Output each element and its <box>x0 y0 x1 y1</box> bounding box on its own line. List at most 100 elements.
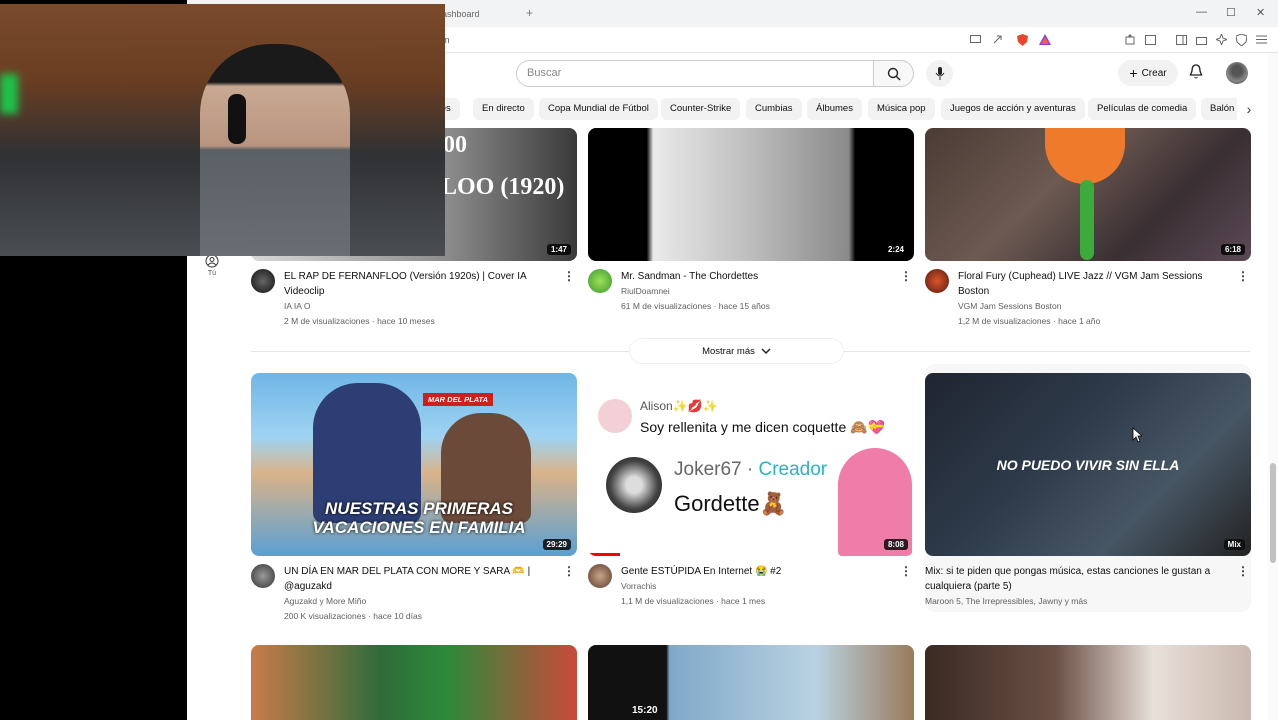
video-card[interactable]: 6:18 Floral Fury (Cuphead) LIVE Jazz // … <box>925 128 1251 326</box>
webcam-overlay <box>0 4 445 256</box>
tab-title[interactable]: ashboard <box>442 9 480 19</box>
video-thumbnail[interactable] <box>925 645 1251 720</box>
video-stats: 61 M de visualizaciones · hace 15 años <box>621 301 770 311</box>
sidebar-toggle-icon[interactable] <box>1175 33 1188 46</box>
chevron-down-icon <box>761 347 771 354</box>
video-title[interactable]: Mr. Sandman - The Chordettes <box>621 269 894 284</box>
video-stats: 200 K visualizaciones · hace 10 días <box>284 611 422 621</box>
notifications-bell-icon[interactable] <box>1189 64 1203 85</box>
video-thumbnail[interactable]: MAR DEL PLATA NUESTRAS PRIMERAS VACACION… <box>251 373 577 556</box>
menu-icon[interactable] <box>1255 33 1268 46</box>
sidebar-item-you[interactable]: Tú <box>203 254 221 277</box>
vpn-icon[interactable] <box>1235 33 1248 46</box>
chevron-right-icon[interactable]: › <box>1237 98 1261 120</box>
channel-name[interactable]: VGM Jam Sessions Boston <box>958 301 1231 311</box>
cast-icon[interactable] <box>969 33 982 46</box>
video-card[interactable] <box>251 645 577 720</box>
channel-avatar[interactable] <box>588 564 612 588</box>
thumbnail-overlay-text: 00 <box>443 132 467 158</box>
show-more-button[interactable]: Mostrar más <box>630 339 843 363</box>
more-options-icon[interactable]: ⋮ <box>1237 564 1249 578</box>
channel-avatar[interactable] <box>588 269 612 293</box>
video-card[interactable] <box>925 645 1251 720</box>
voice-search-button[interactable] <box>926 60 953 87</box>
duration-badge: 2:24 <box>883 244 908 255</box>
scrollbar-thumb[interactable] <box>1270 463 1276 563</box>
video-title[interactable]: EL RAP DE FERNANFLOO (Versión 1920s) | C… <box>284 269 557 299</box>
video-thumbnail[interactable]: Alison✨💋✨ Soy rellenita y me dicen coque… <box>588 373 914 556</box>
thumbnail-overlay-text: LOO (1920) <box>441 174 565 200</box>
tab-manager-icon[interactable] <box>1195 33 1208 46</box>
video-title[interactable]: Mix: si te piden que pongas música, esta… <box>925 564 1231 594</box>
account-avatar[interactable] <box>1226 62 1248 84</box>
brave-shield-icon[interactable] <box>1016 33 1029 46</box>
video-title[interactable]: Gente ESTÚPIDA En Internet 😭 #2 <box>621 564 894 579</box>
user-circle-icon <box>205 254 219 268</box>
channel-avatar[interactable] <box>251 269 275 293</box>
video-thumbnail[interactable]: 15:20 <box>588 645 914 720</box>
more-options-icon[interactable]: ⋮ <box>900 564 912 578</box>
chip-counter-strike[interactable]: Counter-Strike <box>661 98 741 120</box>
more-options-icon[interactable]: ⋮ <box>1237 269 1249 283</box>
more-options-icon[interactable]: ⋮ <box>563 269 575 283</box>
duration-badge: 1:47 <box>546 244 571 255</box>
video-thumbnail[interactable]: 2:24 <box>588 128 914 261</box>
chip-copa-mundial[interactable]: Copa Mundial de Fútbol <box>539 98 658 120</box>
channel-avatar[interactable] <box>925 269 949 293</box>
create-label: Crear <box>1141 67 1167 79</box>
chip-juegos-accion[interactable]: Juegos de acción y aventuras <box>941 98 1085 120</box>
duration-badge: 29:29 <box>542 539 571 550</box>
mix-badge: Mix <box>1223 539 1245 550</box>
search-button[interactable] <box>874 60 914 87</box>
maximize-button[interactable]: ☐ <box>1226 6 1236 19</box>
chip-peliculas-comedia[interactable]: Películas de comedia <box>1088 98 1197 120</box>
location-badge: MAR DEL PLATA <box>423 393 493 406</box>
leo-ai-icon[interactable] <box>1215 33 1228 46</box>
share-icon[interactable] <box>991 33 1004 46</box>
channel-name[interactable]: IA IA O <box>284 301 557 311</box>
channel-avatar[interactable] <box>251 564 275 588</box>
mix-card[interactable]: NO PUEDO VIVIR SIN ELLA Mix Mix: si te p… <box>925 364 1251 612</box>
minimize-button[interactable]: — <box>1196 6 1207 18</box>
person-silhouette <box>200 44 350 256</box>
video-meta: EL RAP DE FERNANFLOO (Versión 1920s) | C… <box>251 269 577 326</box>
cuphead-flower-graphic <box>1045 128 1125 184</box>
channel-name[interactable]: Maroon 5, The Irrepressibles, Jawny y má… <box>925 596 1231 606</box>
chip-cumbias[interactable]: Cumbias <box>746 98 802 120</box>
video-title[interactable]: Floral Fury (Cuphead) LIVE Jazz // VGM J… <box>958 269 1231 299</box>
video-thumbnail[interactable]: NO PUEDO VIVIR SIN ELLA Mix <box>925 373 1251 556</box>
create-button[interactable]: + Crear <box>1118 60 1178 86</box>
creator-tag: Creador <box>758 459 828 480</box>
video-card[interactable]: MAR DEL PLATA NUESTRAS PRIMERAS VACACION… <box>251 373 577 621</box>
chip-albumes[interactable]: Álbumes <box>807 98 862 120</box>
video-stats: 1,2 M de visualizaciones · hace 1 año <box>958 316 1101 326</box>
wallet-icon[interactable] <box>1144 33 1157 46</box>
plus-icon: + <box>1129 65 1138 81</box>
video-card[interactable]: 2:24 Mr. Sandman - The Chordettes RiulDo… <box>588 128 914 311</box>
extensions-icon[interactable] <box>1124 33 1137 46</box>
video-meta: Mr. Sandman - The Chordettes RiulDoamnei… <box>588 269 914 311</box>
search-input[interactable]: Buscar <box>516 60 874 87</box>
close-window-button[interactable]: ✕ <box>1256 6 1265 19</box>
chip-musica-pop[interactable]: Música pop <box>868 98 935 120</box>
more-options-icon[interactable]: ⋮ <box>563 564 575 578</box>
cuphead-flower-stem <box>1080 180 1094 260</box>
thumbnail-reply-text: Gordette🧸 <box>674 491 787 516</box>
video-thumbnail[interactable]: 6:18 <box>925 128 1251 261</box>
more-options-icon[interactable]: ⋮ <box>900 269 912 283</box>
channel-name[interactable]: Vorrachis <box>621 581 894 591</box>
joker-avatar <box>606 457 662 513</box>
video-thumbnail[interactable] <box>251 645 577 720</box>
video-card[interactable]: Alison✨💋✨ Soy rellenita y me dicen coque… <box>588 373 914 606</box>
mouse-cursor-icon <box>1132 427 1142 443</box>
rewards-icon[interactable] <box>1038 33 1051 46</box>
channel-name[interactable]: Aguzakd y More Miño <box>284 596 557 606</box>
duration-badge: 6:18 <box>1220 244 1245 255</box>
chip-en-directo[interactable]: En directo <box>473 98 534 120</box>
thumbnail-comment-text: Soy rellenita y me dicen coquette 🙈💝 <box>640 419 885 435</box>
video-card[interactable]: 15:20 <box>588 645 914 720</box>
channel-name[interactable]: RiulDoamnei <box>621 286 894 296</box>
page-scrollbar[interactable] <box>1268 53 1278 720</box>
video-title[interactable]: UN DÍA EN MAR DEL PLATA CON MORE Y SARA … <box>284 564 557 594</box>
new-tab-button[interactable]: + <box>526 6 533 20</box>
